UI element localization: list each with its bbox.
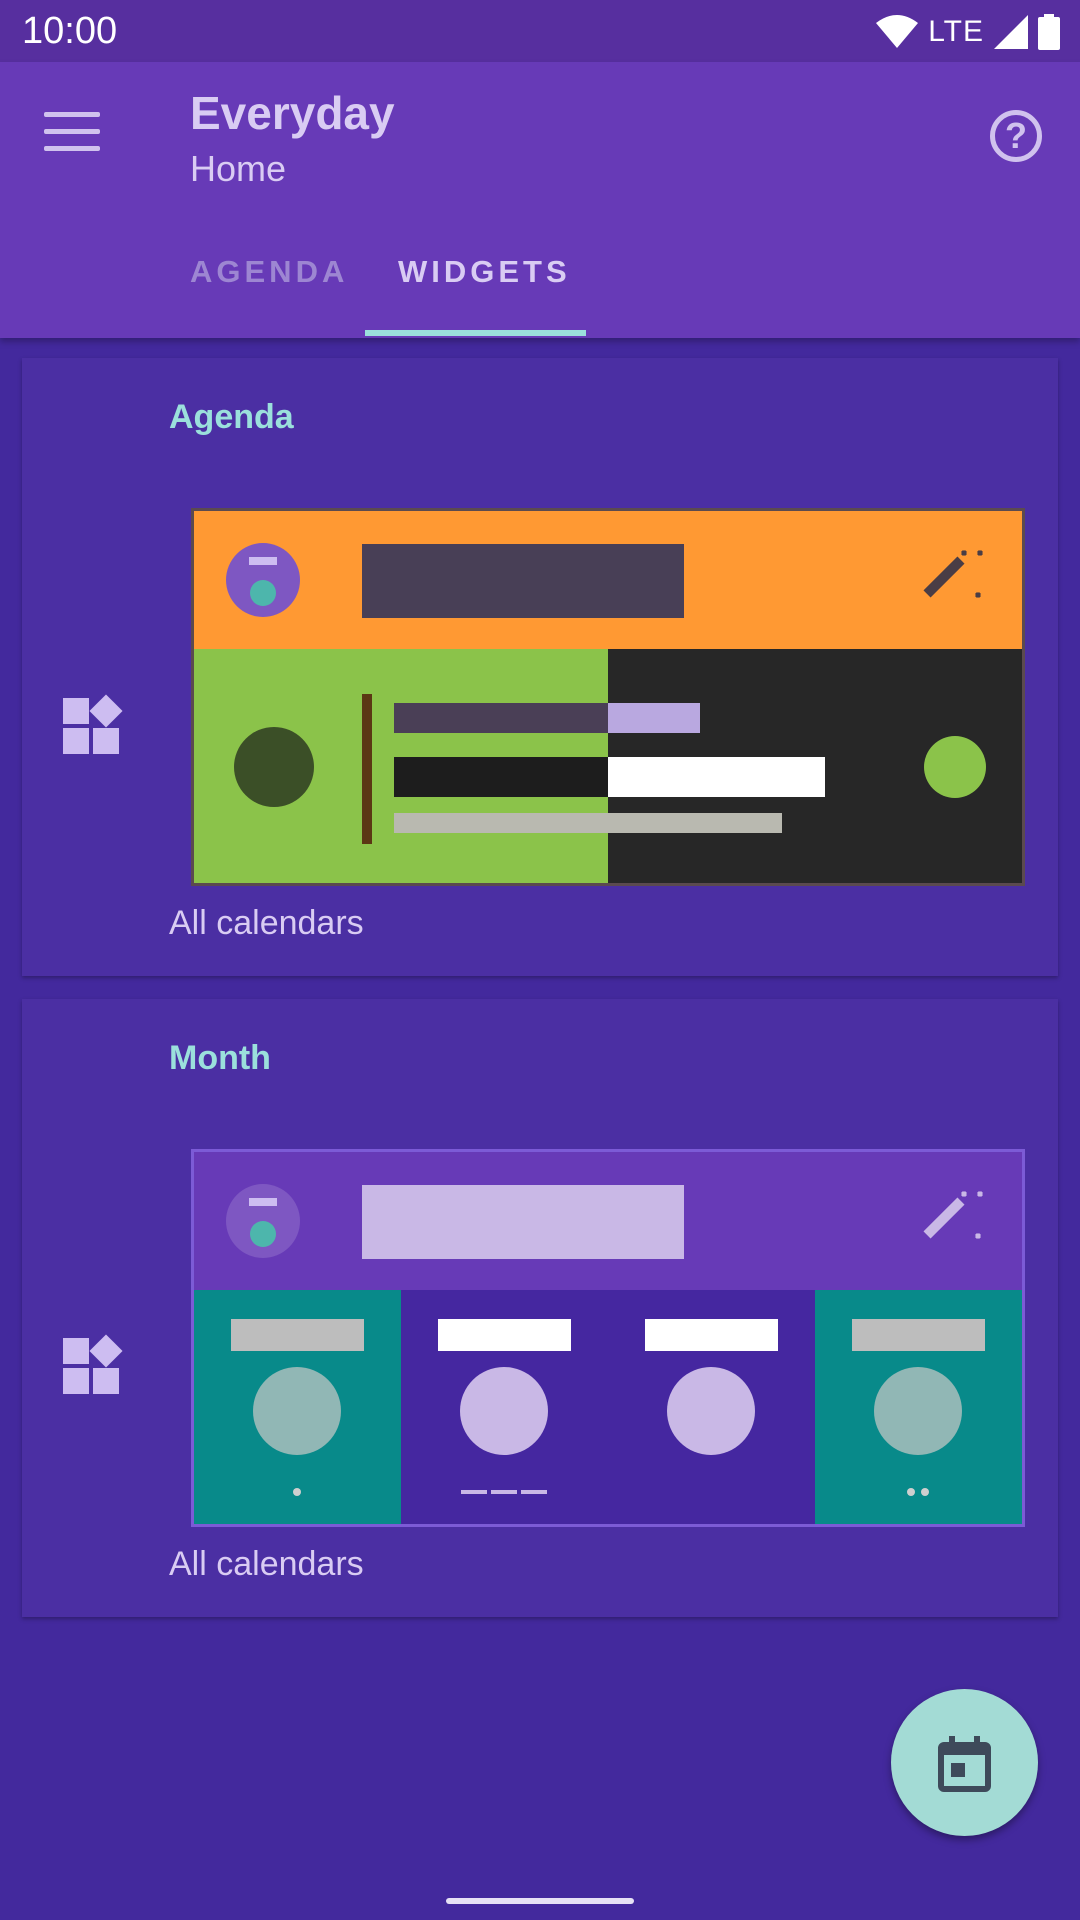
status-icons: LTE (876, 12, 1060, 52)
widgets-icon (63, 694, 123, 756)
month-widget-calendars: All calendars (169, 1545, 364, 1583)
agenda-preview-art (194, 511, 1022, 883)
page-subtitle: Home (190, 148, 287, 189)
battery-icon (1038, 14, 1060, 50)
signal-icon (994, 15, 1028, 49)
month-preview-art (194, 1152, 1022, 1524)
calendar-icon (938, 1736, 991, 1792)
agenda-widget-calendars: All calendars (169, 904, 364, 942)
add-event-fab[interactable] (891, 1689, 1038, 1836)
menu-icon[interactable] (44, 112, 100, 156)
month-widget-preview[interactable] (191, 1149, 1025, 1527)
network-label: LTE (928, 15, 984, 48)
page-title: Everyday (190, 87, 395, 139)
navigation-handle[interactable] (446, 1898, 634, 1904)
tab-indicator (365, 330, 586, 336)
tab-widgets[interactable]: WIDGETS (398, 254, 571, 290)
agenda-widget-preview[interactable] (191, 508, 1025, 886)
widgets-icon (63, 1334, 123, 1396)
month-widget-title: Month (169, 1039, 271, 1077)
wifi-icon (876, 15, 919, 48)
help-icon[interactable]: ? (990, 110, 1042, 162)
status-bar: 10:00 LTE (0, 0, 1080, 62)
app-bar (0, 62, 1080, 338)
agenda-widget-title: Agenda (169, 398, 294, 436)
tab-agenda[interactable]: AGENDA (190, 254, 348, 290)
status-time: 10:00 (22, 10, 118, 52)
